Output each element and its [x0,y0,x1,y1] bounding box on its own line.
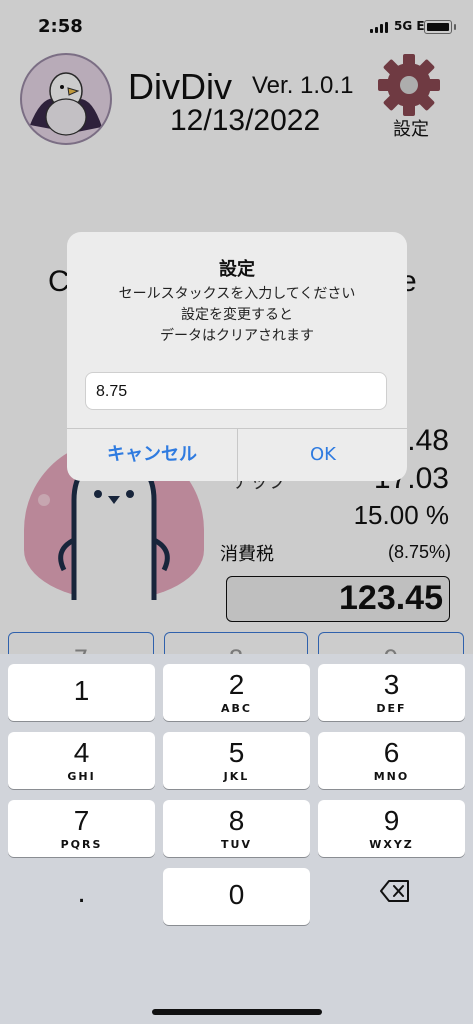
key-number: . [77,876,86,909]
key-letters: GHI [67,770,96,783]
key-number: 5 [228,737,245,768]
dialog-title: 設定 [219,259,255,280]
key-number: 4 [73,737,90,768]
key-number: 8 [228,805,245,836]
key-number: 7 [73,805,90,836]
key-2[interactable]: 2 ABC [163,664,310,721]
key-3[interactable]: 3 DEF [318,664,465,721]
key-5[interactable]: 5 JKL [163,732,310,789]
key-letters: PQRS [60,838,103,851]
key-letters: TUV [221,838,252,851]
key-1[interactable]: 1 [8,664,155,721]
key-letters: JKL [223,770,250,783]
dialog-message-line: 設定を変更すると [181,307,293,323]
key-8[interactable]: 8 TUV [163,800,310,857]
key-6[interactable]: 6 MNO [318,732,465,789]
key-number: 9 [383,805,400,836]
sales-tax-input[interactable]: 8.75 [85,372,387,410]
key-9[interactable]: 9 WXYZ [318,800,465,857]
backspace-icon [380,880,409,902]
key-number: 6 [383,737,400,768]
dialog-message: セールスタックスを入力してください 設定を変更すると データはクリアされます [67,284,407,347]
key-letters: WXYZ [369,838,414,851]
key-number: 1 [73,675,90,706]
key-number: 2 [228,669,245,700]
dialog-message-line: セールスタックスを入力してください [118,286,356,302]
home-indicator [152,1009,322,1015]
key-letters: DEF [376,702,407,715]
key-4[interactable]: 4 GHI [8,732,155,789]
key-number: 3 [383,669,400,700]
settings-dialog: 設定 セールスタックスを入力してください 設定を変更すると データはクリアされま… [67,232,407,481]
cancel-button[interactable]: キャンセル [67,429,237,481]
key-letters: ABC [221,702,252,715]
key-letters: MNO [373,770,410,783]
app-screen: 2:58 5G E DivDiv Ver. 1.0.1 12/13/2022 設… [0,0,473,1024]
key-0[interactable]: 0 [163,868,310,925]
ok-button[interactable]: OK [238,429,407,481]
key-number: 0 [228,879,245,910]
key-decimal[interactable]: . [8,868,155,925]
dialog-message-line: データはクリアされます [160,328,314,344]
key-7[interactable]: 7 PQRS [8,800,155,857]
